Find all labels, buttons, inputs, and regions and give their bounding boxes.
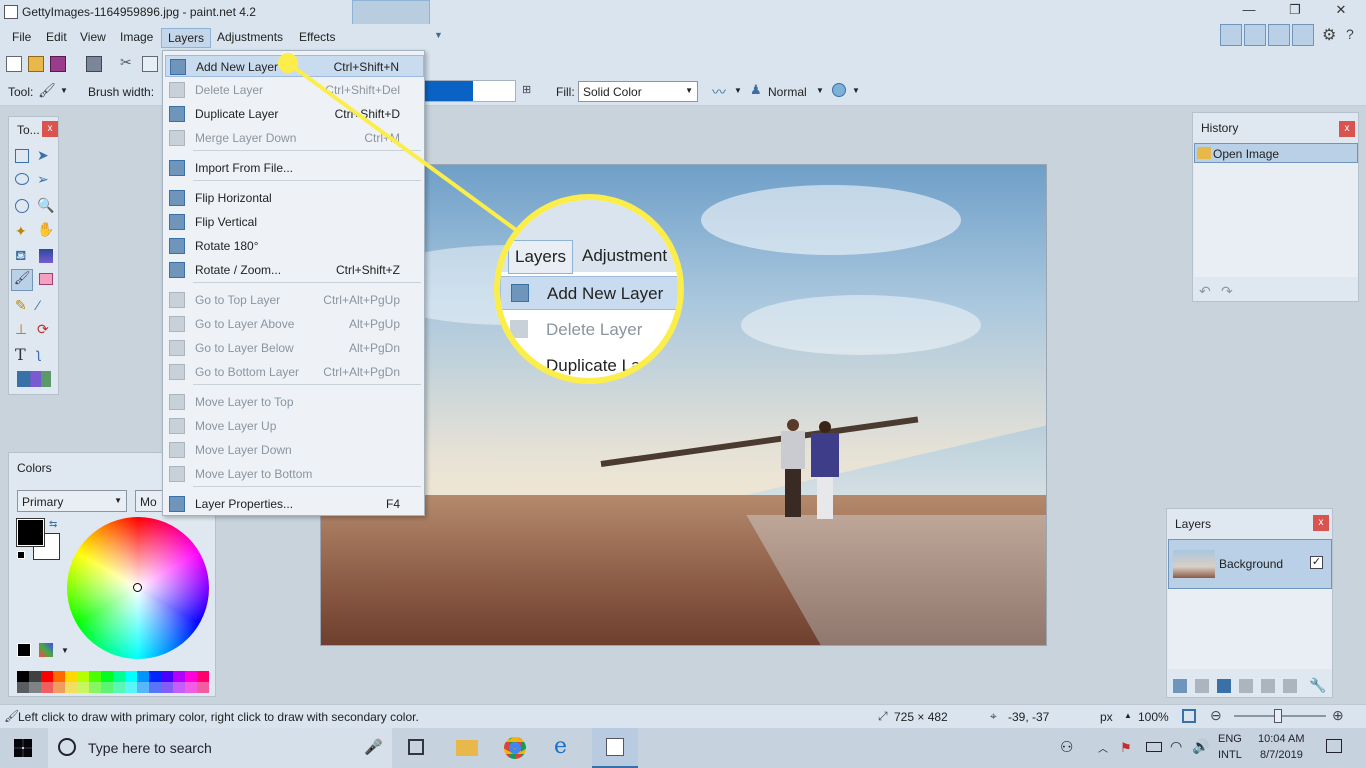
zoom-value[interactable]: 100%: [1138, 710, 1169, 724]
callout-menu-adjustments: Adjustment: [582, 246, 668, 265]
callout-item-duplicate-label: Duplicate Layer: [546, 356, 665, 375]
status-tool-icon: 🖌: [4, 709, 20, 723]
callout-item-delete-label: Delete Layer: [546, 320, 643, 339]
edge-icon[interactable]: e: [554, 734, 567, 759]
start-windows-icon[interactable]: [14, 739, 32, 757]
taskbar-search-placeholder: Type here to search: [88, 740, 212, 756]
chrome-icon[interactable]: [504, 737, 526, 759]
unit-select[interactable]: px: [1100, 710, 1113, 724]
status-bar: 🖌 Left click to draw with primary color,…: [0, 704, 1366, 728]
unit-chevron-up-icon[interactable]: ▲: [1124, 711, 1132, 720]
zoom-slider[interactable]: [1234, 709, 1326, 723]
wifi-icon[interactable]: ◠: [1170, 738, 1182, 755]
taskbar: Type here to search 🎤 e ⚇ ︿ ⚑ ◠ 🔊 ENG IN…: [0, 728, 1366, 768]
callout-delete-layer-icon: [510, 320, 528, 338]
zoom-slider-thumb[interactable]: [1274, 709, 1282, 723]
zoom-in-icon[interactable]: ⊕: [1332, 707, 1344, 724]
status-hint: Left click to draw with primary color, r…: [18, 710, 419, 724]
image-size-icon: ⤢: [878, 709, 888, 723]
language-eng[interactable]: ENG: [1218, 733, 1242, 745]
file-explorer-icon[interactable]: [456, 740, 478, 756]
paintnet-app-icon: [606, 738, 624, 756]
taskbar-search-box[interactable]: Type here to search 🎤: [48, 728, 392, 768]
image-size: 725 × 482: [894, 710, 948, 724]
callout-item-add-label: Add New Layer: [547, 284, 664, 303]
paintnet-taskbar-icon[interactable]: [592, 728, 638, 768]
zoom-out-icon[interactable]: ⊖: [1210, 707, 1222, 724]
volume-icon[interactable]: 🔊: [1192, 738, 1209, 755]
microphone-icon[interactable]: 🎤: [364, 738, 383, 756]
task-view-icon[interactable]: [408, 739, 424, 755]
callout-menu-layers: Layers: [508, 240, 574, 274]
clock-time[interactable]: 10:04 AM: [1258, 733, 1304, 745]
cursor-position-icon: ⌖: [990, 709, 997, 723]
zoom-to-window-icon[interactable]: [1182, 709, 1196, 723]
magnifier-callout: Layers Adjustment Add New Layer Delete L…: [494, 194, 684, 384]
search-circle-icon: [58, 738, 76, 756]
battery-icon[interactable]: [1146, 742, 1162, 752]
network-alert-icon[interactable]: ⚑: [1120, 740, 1132, 756]
people-icon[interactable]: ⚇: [1060, 738, 1073, 756]
cursor-position: -39, -37: [1008, 710, 1050, 724]
language-intl[interactable]: INTL: [1218, 749, 1242, 761]
callout-add-layer-icon: [511, 284, 529, 302]
callout-line: [278, 53, 518, 232]
tray-chevron-up-icon[interactable]: ︿: [1098, 740, 1108, 755]
notifications-icon[interactable]: [1326, 739, 1342, 753]
clock-date[interactable]: 8/7/2019: [1260, 749, 1303, 761]
callout-item-add-new-layer: Add New Layer: [500, 276, 678, 310]
